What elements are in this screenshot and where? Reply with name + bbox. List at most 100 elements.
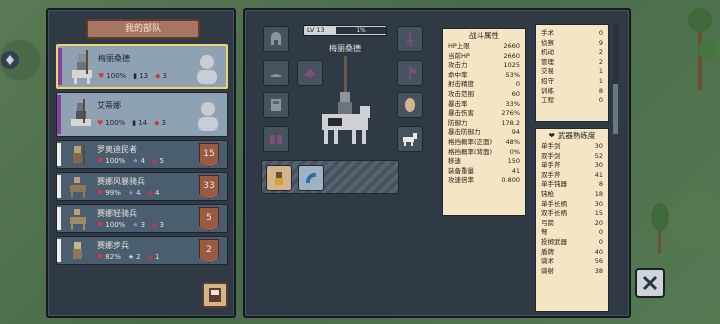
- weapon-proficiency-label: 双手剑: [541, 151, 561, 160]
- weapon-proficiency-value: 38: [594, 266, 603, 275]
- skill-value: 1: [598, 67, 603, 76]
- combat-stat-label: 当前HP: [448, 51, 470, 60]
- combat-stat-row: 格挡概率(正面) 48%: [443, 138, 525, 148]
- skill-slot-2[interactable]: [298, 165, 324, 191]
- shield-slot[interactable]: [397, 92, 423, 118]
- armor-slot[interactable]: [263, 92, 289, 118]
- combat-stat-label: 攻击范围: [448, 89, 474, 98]
- unit-card-storm-cavalry[interactable]: 赛娜风暴骑兵 ♥ 99% ★ 4 ◆ 4 33: [56, 172, 228, 201]
- weapon-proficiency-value: 0: [598, 228, 603, 237]
- unit-card-melisande[interactable]: 梅丽桑德 ♥ 100% ▮ 13 ◆ 3: [56, 44, 228, 89]
- combat-stat-label: 暴击防御力: [448, 128, 481, 137]
- weapon-proficiency-row: 单手长柄 30: [536, 200, 608, 210]
- level-label: LV 13: [307, 26, 325, 34]
- weapon-proficiency-row: 双手剑 52: [536, 152, 608, 162]
- weapon-proficiency-row: 骑射 38: [536, 267, 608, 277]
- combat-stat-row: 移速 150: [443, 157, 525, 167]
- unit-card-infantry[interactable]: 赛娜步兵 ♥ 82% ★ 2 ◆ 1 2: [56, 236, 228, 265]
- combat-stat-label: HP上限: [448, 42, 470, 50]
- rank-icon: ▮: [132, 119, 137, 127]
- combat-stat-label: 防御力: [448, 118, 468, 127]
- star-icon: ★: [132, 221, 139, 229]
- unit-card-aitina[interactable]: 艾蒂娜 ♥ 100% ▮ 14 ◆ 3: [56, 92, 228, 137]
- skill-label: 招守: [541, 76, 554, 85]
- unit-name: 赛娜轻骑兵: [97, 209, 137, 218]
- unit-color-stripe: [57, 207, 61, 230]
- combat-stat-label: 移速: [448, 157, 461, 166]
- close-button[interactable]: [635, 268, 665, 298]
- combat-stat-value: 1025: [503, 61, 520, 70]
- unit-stats: ♥ 100% ★ 4 ◆ 5: [97, 157, 164, 165]
- troop-icon: ◆: [147, 189, 153, 197]
- secondary-weapon-slot[interactable]: [397, 60, 423, 86]
- weapon-proficiency-value: 15: [594, 209, 603, 218]
- codex-button[interactable]: [202, 282, 228, 308]
- troop-icon: ◆: [152, 157, 158, 165]
- combat-stat-row: 装备重量 41: [443, 167, 525, 177]
- unit-color-stripe: [57, 143, 61, 166]
- skill-row: 管理 2: [536, 58, 608, 68]
- unit-rank: 4: [140, 157, 146, 165]
- skill-value: 0: [598, 29, 603, 37]
- unit-rank: 3: [140, 221, 146, 229]
- unit-card-light-cavalry[interactable]: 赛娜轻骑兵 ♥ 100% ★ 3 ◆ 3 5: [56, 204, 228, 233]
- weapon-proficiency-label: 弓箭: [541, 218, 554, 227]
- skill-slot-1[interactable]: [266, 165, 292, 191]
- combat-stat-row: 暴击防御力 94: [443, 128, 525, 138]
- skill-value: 2: [598, 57, 603, 66]
- skill-row: 工程 0: [536, 96, 608, 106]
- combat-stat-value: 0%: [509, 147, 520, 156]
- troop-icon: ◆: [155, 72, 161, 80]
- combat-stat-row: 攻击力 1025: [443, 61, 525, 71]
- weapon-proficiency-row: 盾牌 40: [536, 248, 608, 258]
- helmet-slot[interactable]: [263, 26, 289, 52]
- unit-hp: 100%: [105, 119, 126, 127]
- weapon-slot[interactable]: [397, 26, 423, 52]
- weapon-proficiency-sheet: ❤ 武器熟练度 单手剑 30 双手剑 52 单手斧 30 双手斧 41 单手钝器 8 钝枪 18 单手长柄…: [535, 128, 609, 312]
- skill-row: 侦察 9: [536, 39, 608, 49]
- combat-stat-row: 防御力 178.2: [443, 119, 525, 129]
- combat-stats-title: 战斗属性: [469, 31, 499, 40]
- skill-row: 训练 8: [536, 87, 608, 97]
- xp-progress: 1%: [336, 27, 386, 34]
- unit-card-infantry-group[interactable]: 罗奥迪民者 ♥ 100% ★ 4 ◆ 5 15: [56, 140, 228, 169]
- star-icon: ★: [132, 157, 139, 165]
- heart-icon: ♥: [97, 221, 104, 229]
- weapon-proficiency-value: 8: [598, 180, 603, 189]
- skill-row: 手术 0: [536, 29, 608, 39]
- weapon-proficiency-value: 52: [594, 151, 603, 160]
- combat-stats-sheet: 战斗属性 HP上限 2660 当前HP 2660 攻击力 1025 命中率 53% 射击精度 0 攻…: [442, 28, 526, 216]
- skill-value: 8: [598, 86, 603, 95]
- skill-label: 机动: [541, 48, 554, 57]
- combat-stat-value: 41: [511, 166, 520, 175]
- combat-stat-label: 暴击率: [448, 99, 468, 108]
- cavalry-portrait-icon: [70, 209, 86, 230]
- weapon-proficiency-label: 盾牌: [541, 247, 554, 256]
- unit-color-stripe: [58, 48, 62, 85]
- charge-skill-icon: [305, 172, 316, 183]
- tree-decoration: [688, 8, 718, 90]
- skills-scrollbar[interactable]: [613, 24, 618, 134]
- weapon-proficiency-title: 武器熟练度: [557, 131, 596, 140]
- empty-companion-silhouette-icon: [198, 102, 218, 131]
- skill-label: 手术: [541, 29, 554, 37]
- unit-name: 赛娜风暴骑兵: [97, 177, 145, 186]
- unit-color-stripe: [57, 239, 61, 262]
- unit-troops: 5: [159, 157, 164, 165]
- unit-hp: 99%: [105, 189, 121, 197]
- unit-name: 梅丽桑德: [98, 54, 130, 63]
- active-skills-bar: [261, 160, 399, 194]
- weapon-proficiency-label: 单手斧: [541, 161, 561, 170]
- heart-icon: ♥: [97, 119, 104, 127]
- weapon-proficiency-label: 骑术: [541, 257, 554, 266]
- heart-icon: ♥: [97, 253, 104, 261]
- gloves-slot[interactable]: [263, 126, 289, 152]
- weapon-proficiency-value: 20: [594, 218, 603, 227]
- weapon-proficiency-value: 30: [594, 199, 603, 208]
- shoulder-slot[interactable]: [263, 60, 289, 86]
- combat-stat-row: 当前HP 2660: [443, 52, 525, 62]
- weapon-proficiency-row: 双手长柄 15: [536, 209, 608, 219]
- combat-stat-label: 格挡概率(背面): [448, 147, 493, 156]
- weapon-proficiency-row: 弩0: [536, 228, 608, 238]
- mount-slot[interactable]: [397, 126, 423, 152]
